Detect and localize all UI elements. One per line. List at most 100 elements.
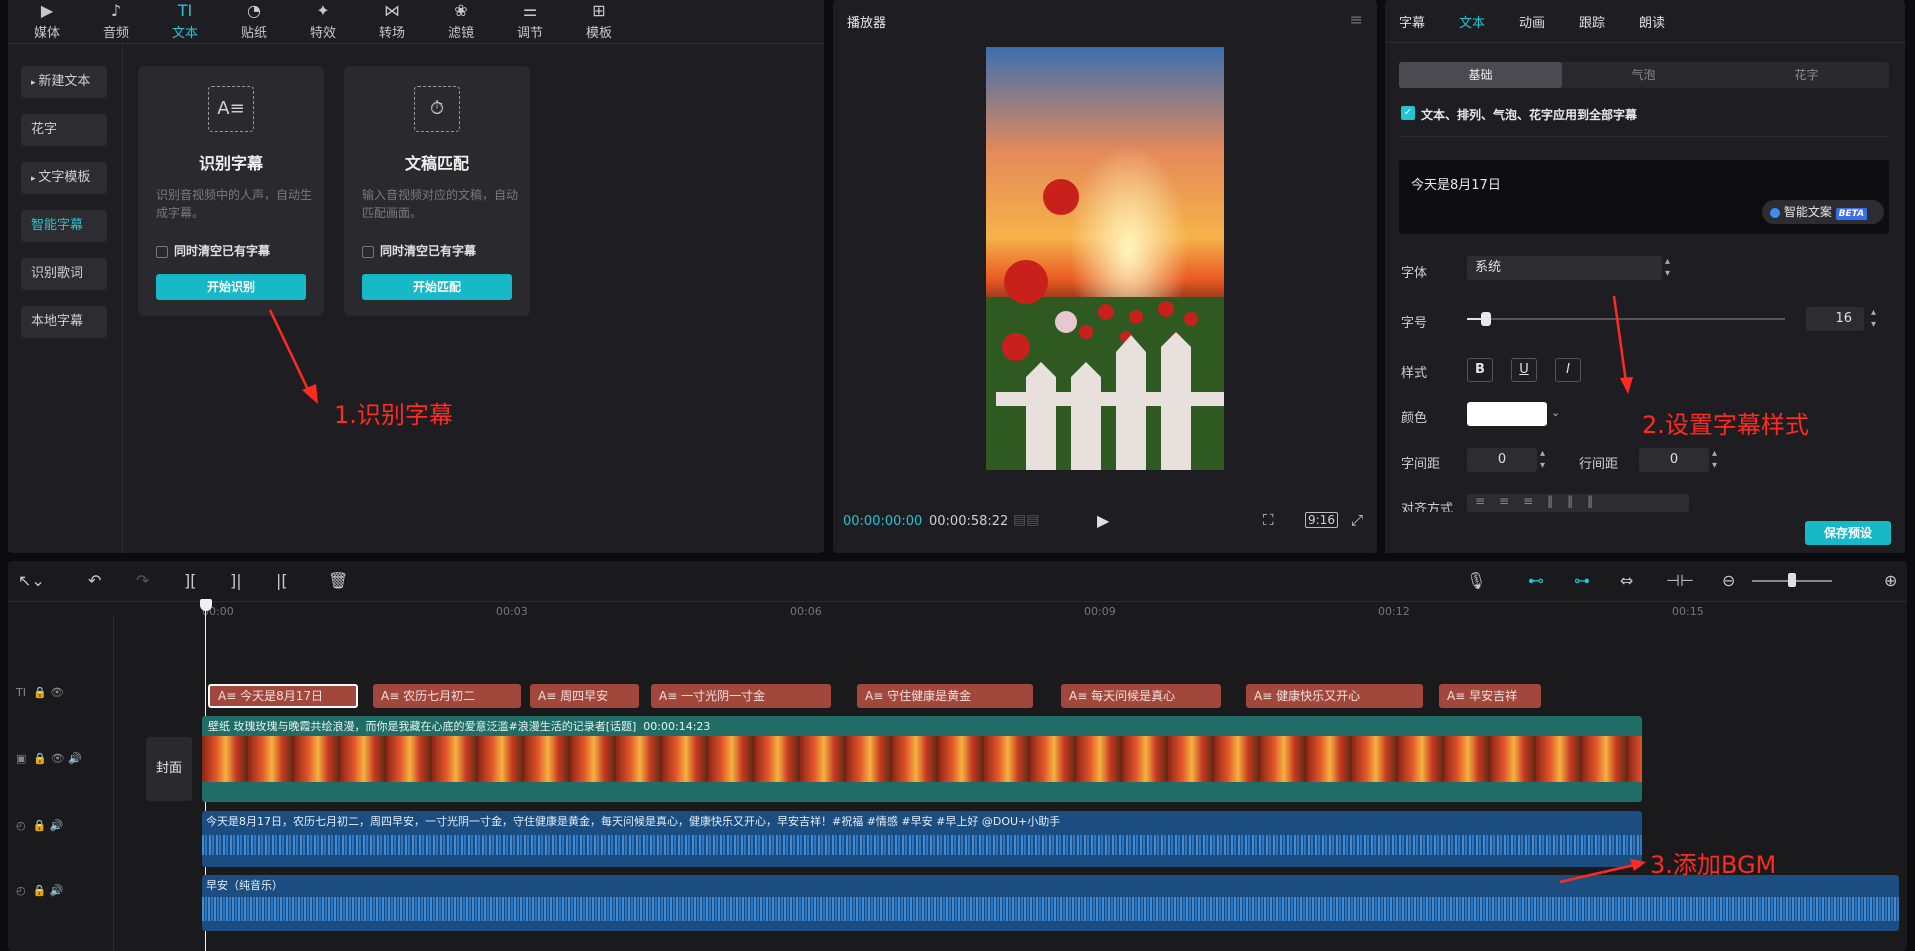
- volume-icon[interactable]: 🔊: [50, 819, 64, 832]
- lock-icon[interactable]: 🔒: [33, 752, 47, 765]
- waveform-toggle-icon[interactable]: ▤▤: [1013, 512, 1039, 528]
- save-preset-button[interactable]: 保存预设: [1805, 521, 1891, 545]
- sidebar-item-text-template[interactable]: ▸ 文字模板: [21, 162, 107, 194]
- auto-snap-icon[interactable]: ⊶: [1574, 571, 1590, 590]
- video-preview[interactable]: [986, 47, 1224, 470]
- align-label: 对齐方式: [1401, 502, 1454, 512]
- redo-icon[interactable]: ↷: [136, 571, 149, 590]
- split-right-icon[interactable]: |[: [276, 571, 288, 590]
- video-track-controls: ▣ 🔒 👁 🔊: [16, 752, 82, 765]
- char-spacing-label: 字间距: [1401, 457, 1441, 472]
- tab-sticker[interactable]: ◔ 贴纸: [223, 0, 285, 44]
- sidebar-item-fancy-text[interactable]: 花字: [21, 114, 107, 146]
- cover-button[interactable]: 封面: [146, 737, 192, 801]
- tab-animation[interactable]: 动画: [1519, 12, 1545, 31]
- apply-all-checkbox[interactable]: ✓: [1401, 106, 1415, 120]
- subtitle-clip[interactable]: A≡ 今天是8月17日: [208, 684, 358, 708]
- line-spacing-input[interactable]: 0: [1639, 448, 1709, 472]
- smart-copy-button[interactable]: 智能文案 BETA: [1762, 200, 1884, 224]
- clear-existing-checkbox[interactable]: 同时清空已有字幕: [156, 242, 270, 259]
- microphone-icon[interactable]: 🎙: [1466, 571, 1486, 590]
- size-stepper-icon[interactable]: ▴ ▾: [1871, 307, 1876, 331]
- segment-bubble[interactable]: 气泡: [1562, 62, 1725, 88]
- zoom-out-icon[interactable]: ⊖: [1722, 571, 1735, 590]
- subtitle-clip[interactable]: A≡ 健康快乐又开心: [1246, 684, 1423, 708]
- select-tool-icon[interactable]: ↖⌄: [18, 571, 45, 590]
- ratio-button[interactable]: 9:16: [1305, 512, 1338, 528]
- tab-read-aloud[interactable]: 朗读: [1639, 12, 1665, 31]
- voice-audio-clip[interactable]: 今天是8月17日，农历七月初二，周四早安，一寸光阴一寸金，守住健康是黄金，每天问…: [202, 811, 1642, 867]
- bold-icon[interactable]: B: [1467, 358, 1493, 382]
- split-left-icon[interactable]: ]|: [230, 571, 242, 590]
- sidebar-item-local-subtitle[interactable]: 本地字幕: [21, 306, 107, 338]
- color-swatch[interactable]: [1467, 402, 1547, 426]
- lock-icon[interactable]: 🔒: [33, 686, 47, 699]
- undo-icon[interactable]: ↶: [88, 571, 101, 590]
- line-spacing-stepper-icon[interactable]: ▴ ▾: [1712, 448, 1717, 472]
- play-button[interactable]: ▶: [1097, 511, 1109, 530]
- link-icon[interactable]: ⇔: [1620, 571, 1633, 590]
- subtitle-clip[interactable]: A≡ 守住健康是黄金: [857, 684, 1033, 708]
- tab-adjust[interactable]: ⚌ 调节: [499, 0, 561, 44]
- tab-subtitle[interactable]: 字幕: [1399, 12, 1425, 31]
- audio-icon: ♪: [110, 1, 122, 20]
- split-icon[interactable]: ][: [184, 571, 196, 590]
- track-header-column: [8, 617, 114, 951]
- segment-basic[interactable]: 基础: [1399, 62, 1562, 88]
- volume-icon[interactable]: 🔊: [68, 752, 82, 765]
- subtitle-recognize-icon: A≡: [208, 86, 254, 132]
- char-spacing-input[interactable]: 0: [1467, 448, 1537, 472]
- sidebar-item-new-text[interactable]: ▸ 新建文本: [21, 66, 107, 98]
- segment-fancy[interactable]: 花字: [1725, 62, 1888, 88]
- zoom-in-icon[interactable]: ⊕: [1884, 571, 1897, 590]
- lock-icon[interactable]: 🔒: [33, 884, 47, 897]
- text-input-area[interactable]: 今天是8月17日 智能文案 BETA: [1399, 160, 1889, 234]
- tab-audio[interactable]: ♪ 音频: [85, 0, 147, 44]
- tab-filter[interactable]: ❀ 滤镜: [430, 0, 492, 44]
- main-track-magnet-icon[interactable]: ⊷: [1528, 571, 1544, 590]
- beta-badge: BETA: [1835, 208, 1868, 220]
- menu-icon[interactable]: ≡: [1350, 10, 1363, 29]
- fullscreen-icon[interactable]: ⤢: [1351, 511, 1363, 529]
- subtitle-clip[interactable]: A≡ 每天问候是真心: [1061, 684, 1221, 708]
- zoom-slider-thumb[interactable]: [1788, 573, 1796, 587]
- video-clip[interactable]: 壁纸 玫瑰玫瑰与晚霞共绘浪漫，而你是我藏在心底的爱意泛滥#浪漫生活的记录者[话题…: [202, 716, 1642, 802]
- chevron-down-icon[interactable]: ⌄: [1551, 406, 1560, 419]
- font-stepper-icon[interactable]: ▴ ▾: [1665, 256, 1670, 280]
- tab-text-props[interactable]: 文本: [1459, 12, 1485, 31]
- tab-media[interactable]: ▶ 媒体: [16, 0, 78, 44]
- clear-existing-checkbox[interactable]: 同时清空已有字幕: [362, 242, 476, 259]
- player-panel: 播放器 ≡ 00:00:00:00 00:00:58:22 ▤▤ ▶ ⛶ 9:1…: [833, 0, 1377, 553]
- subtitle-clip[interactable]: A≡ 一寸光阴一寸金: [651, 684, 831, 708]
- eye-icon[interactable]: 👁: [51, 752, 65, 765]
- subtitle-clip[interactable]: A≡ 早安吉祥: [1439, 684, 1541, 708]
- underline-icon[interactable]: U: [1511, 358, 1537, 382]
- bgm-clip-label: 早安（纯音乐）: [206, 879, 283, 892]
- size-slider-thumb[interactable]: [1481, 312, 1492, 326]
- tab-tracking[interactable]: 跟踪: [1579, 12, 1605, 31]
- start-recognize-button[interactable]: 开始识别: [156, 274, 306, 300]
- size-input[interactable]: 16: [1806, 307, 1864, 331]
- italic-icon[interactable]: I: [1555, 358, 1581, 382]
- sidebar-item-smart-subtitle[interactable]: 智能字幕: [21, 210, 107, 242]
- sidebar-item-lyrics[interactable]: 识别歌词: [21, 258, 107, 290]
- subtitle-clip[interactable]: A≡ 周四早安: [530, 684, 639, 708]
- char-spacing-stepper-icon[interactable]: ▴ ▾: [1540, 448, 1545, 472]
- subtitle-clip[interactable]: A≡ 农历七月初二: [373, 684, 521, 708]
- playhead-handle[interactable]: [200, 599, 212, 611]
- screenshot-icon[interactable]: ⛶: [1263, 511, 1274, 529]
- tab-text[interactable]: TI 文本: [154, 0, 216, 44]
- lock-icon[interactable]: 🔒: [33, 819, 47, 832]
- tab-template[interactable]: ⊞ 模板: [568, 0, 630, 44]
- align-buttons[interactable]: ≡≡≡‖‖‖: [1467, 494, 1689, 512]
- tab-transition[interactable]: ⋈ 转场: [361, 0, 423, 44]
- text-clip-icon: A≡: [381, 689, 404, 703]
- volume-icon[interactable]: 🔊: [50, 884, 64, 897]
- start-match-button[interactable]: 开始匹配: [362, 274, 512, 300]
- eye-icon[interactable]: 👁: [50, 686, 64, 699]
- preview-axis-icon[interactable]: ⊣⊢: [1666, 571, 1694, 590]
- tab-effects[interactable]: ✦ 特效: [292, 0, 354, 44]
- annotation-arrow-3: [1559, 859, 1646, 884]
- font-select[interactable]: 系统: [1467, 256, 1662, 280]
- delete-icon[interactable]: 🗑: [328, 571, 348, 590]
